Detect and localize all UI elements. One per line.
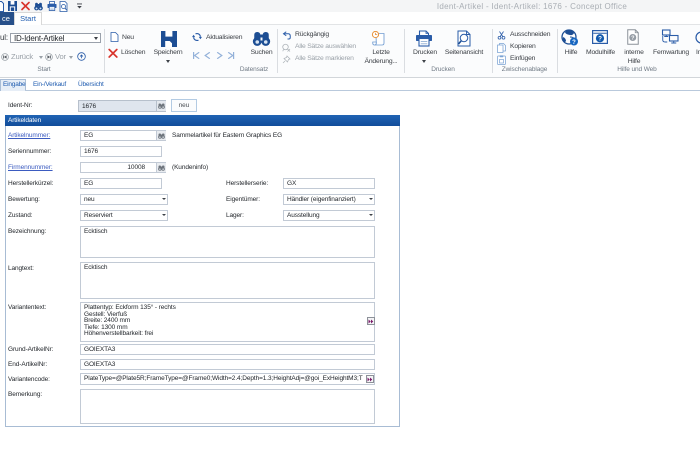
svg-text:?: ?: [598, 36, 602, 43]
svg-text:?: ?: [572, 40, 576, 46]
